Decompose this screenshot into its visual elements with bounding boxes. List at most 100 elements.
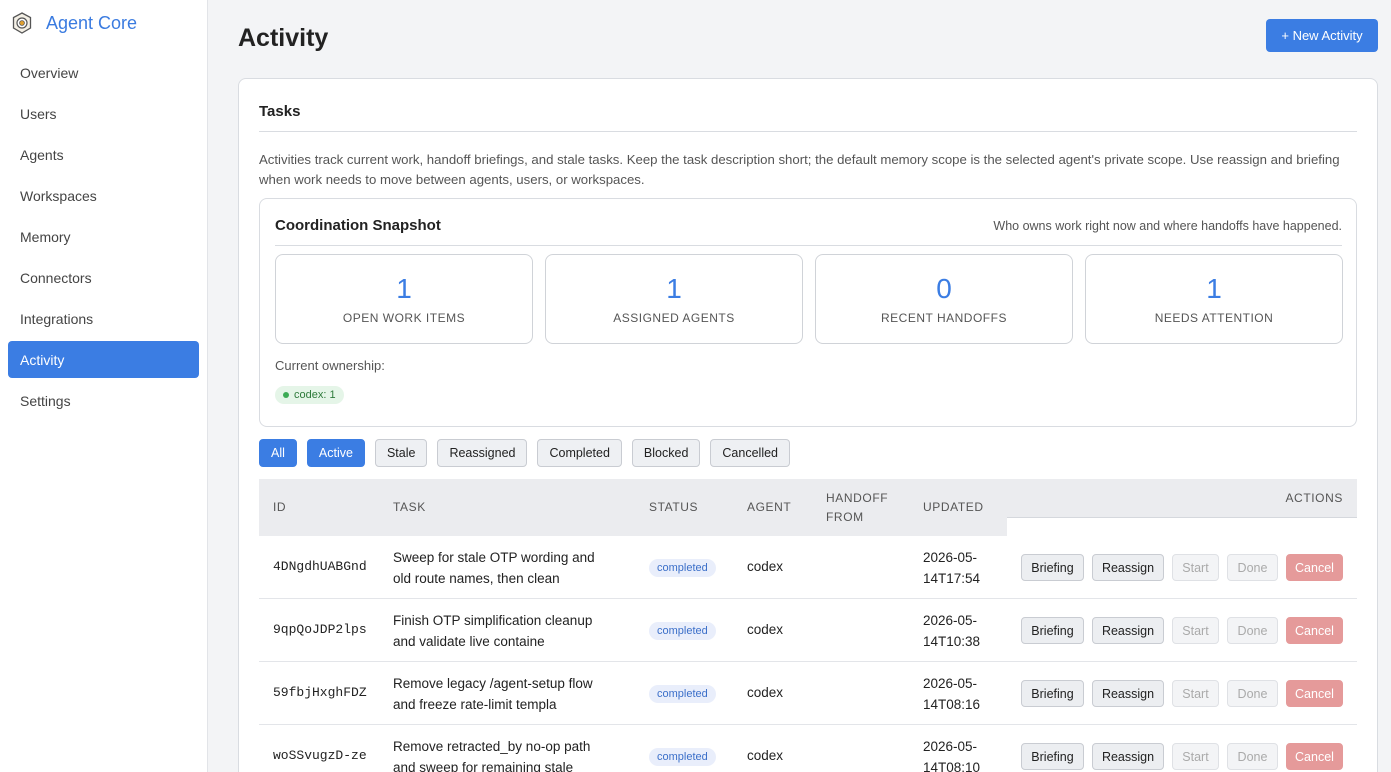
stat-open-work-items: 1 OPEN WORK ITEMS xyxy=(275,254,533,344)
main-content: Activity + New Activity Tasks Activities… xyxy=(208,0,1391,772)
table-body: 4DNgdhUABGnd Sweep for stale OTP wording… xyxy=(259,536,1357,772)
reassign-button[interactable]: Reassign xyxy=(1092,617,1164,644)
agent-name: codex xyxy=(747,622,784,637)
brand[interactable]: Agent Core xyxy=(0,0,207,46)
stat-label: RECENT HANDOFFS xyxy=(881,311,1007,325)
sidebar-item-workspaces[interactable]: Workspaces xyxy=(8,177,199,214)
page-title: Activity xyxy=(238,24,329,52)
ownership-label: Current ownership: xyxy=(275,358,385,373)
briefing-button[interactable]: Briefing xyxy=(1021,617,1084,644)
sidebar-item-overview[interactable]: Overview xyxy=(8,54,199,91)
sidebar-item-agents[interactable]: Agents xyxy=(8,136,199,173)
stat-recent-handoffs: 0 RECENT HANDOFFS xyxy=(815,254,1073,344)
updated-timestamp: 2026-05- 14T08:16 xyxy=(923,676,981,712)
sidebar-item-activity[interactable]: Activity xyxy=(8,341,199,378)
done-button[interactable]: Done xyxy=(1227,554,1278,581)
activity-table: ID TASK STATUS AGENT HANDOFF FROM UPDATE… xyxy=(259,479,1357,772)
agent-name: codex xyxy=(747,748,784,763)
column-header-task: TASK xyxy=(393,500,426,514)
done-button[interactable]: Done xyxy=(1227,617,1278,644)
tasks-description: Activities track current work, handoff b… xyxy=(259,152,1340,187)
ownership-chip: codex: 1 xyxy=(275,386,344,404)
snapshot-subtitle: Who owns work right now and where handof… xyxy=(993,219,1342,233)
updated-timestamp: 2026-05- 14T10:38 xyxy=(923,613,981,649)
filter-all[interactable]: All xyxy=(259,439,297,467)
table-header: ID TASK STATUS AGENT HANDOFF FROM UPDATE… xyxy=(259,479,1357,536)
done-button[interactable]: Done xyxy=(1227,680,1278,707)
column-header-updated: UPDATED xyxy=(923,500,984,514)
divider xyxy=(259,131,1357,132)
tasks-card: Tasks Activities track current work, han… xyxy=(238,78,1378,772)
task-description: Sweep for stale OTP wording and old rout… xyxy=(393,550,595,586)
reassign-button[interactable]: Reassign xyxy=(1092,743,1164,770)
reassign-button[interactable]: Reassign xyxy=(1092,554,1164,581)
agent-core-logo-icon xyxy=(12,12,32,34)
new-activity-button[interactable]: + New Activity xyxy=(1266,19,1378,52)
sidebar: Agent Core Overview Users Agents Workspa… xyxy=(0,0,208,772)
filter-cancelled[interactable]: Cancelled xyxy=(710,439,790,467)
task-id: 4DNgdhUABGnd xyxy=(273,559,367,574)
sidebar-item-users[interactable]: Users xyxy=(8,95,199,132)
task-description: Remove retracted_by no-op path and sweep… xyxy=(393,739,591,772)
start-button[interactable]: Start xyxy=(1172,617,1219,644)
app-title: Agent Core xyxy=(46,12,138,33)
agent-name: codex xyxy=(747,559,784,574)
briefing-button[interactable]: Briefing xyxy=(1021,680,1084,707)
start-button[interactable]: Start xyxy=(1172,680,1219,707)
task-id: 9qpQoJDP2lps xyxy=(273,622,367,637)
start-button[interactable]: Start xyxy=(1172,743,1219,770)
stat-value: 1 xyxy=(396,273,412,304)
reassign-button[interactable]: Reassign xyxy=(1092,680,1164,707)
table-row: 4DNgdhUABGnd Sweep for stale OTP wording… xyxy=(259,536,1357,599)
status-badge: completed xyxy=(649,622,716,640)
sidebar-nav: Overview Users Agents Workspaces Memory … xyxy=(0,54,207,419)
status-dot-icon xyxy=(283,392,289,398)
ownership-chip-label: codex: 1 xyxy=(294,389,336,401)
stat-label: NEEDS ATTENTION xyxy=(1154,311,1274,325)
task-id: 59fbjHxghFDZ xyxy=(273,685,367,700)
task-description: Remove legacy /agent-setup flow and free… xyxy=(393,676,593,712)
column-header-agent: AGENT xyxy=(747,500,792,514)
column-header-status: STATUS xyxy=(649,500,699,514)
task-description: Finish OTP simplification cleanup and va… xyxy=(393,613,593,649)
stat-value: 1 xyxy=(666,273,682,304)
tasks-heading: Tasks xyxy=(259,103,301,120)
status-badge: completed xyxy=(649,685,716,703)
snapshot-title: Coordination Snapshot xyxy=(275,217,441,234)
status-badge: completed xyxy=(649,559,716,577)
stat-value: 0 xyxy=(936,273,952,304)
task-id: woSSvugzD-ze xyxy=(273,748,367,763)
filter-reassigned[interactable]: Reassigned xyxy=(437,439,528,467)
status-badge: completed xyxy=(649,748,716,766)
stat-label: OPEN WORK ITEMS xyxy=(342,311,466,325)
sidebar-item-memory[interactable]: Memory xyxy=(8,218,199,255)
cancel-button[interactable]: Cancel xyxy=(1286,680,1343,707)
coordination-snapshot: Coordination Snapshot Who owns work righ… xyxy=(259,198,1357,427)
stat-label: ASSIGNED AGENTS xyxy=(613,311,735,325)
table-row: 9qpQoJDP2lps Finish OTP simplification c… xyxy=(259,599,1357,662)
briefing-button[interactable]: Briefing xyxy=(1021,554,1084,581)
sidebar-item-connectors[interactable]: Connectors xyxy=(8,259,199,296)
filter-stale[interactable]: Stale xyxy=(374,439,428,467)
done-button[interactable]: Done xyxy=(1227,743,1278,770)
stat-value: 1 xyxy=(1206,273,1222,304)
table-row: woSSvugzD-ze Remove retracted_by no-op p… xyxy=(259,725,1357,772)
filter-completed[interactable]: Completed xyxy=(537,439,622,467)
cancel-button[interactable]: Cancel xyxy=(1286,617,1343,644)
column-header-handoff-from: HANDOFF FROM xyxy=(826,491,889,524)
agent-name: codex xyxy=(747,685,784,700)
updated-timestamp: 2026-05- 14T08:10 xyxy=(923,739,981,772)
table-row: 59fbjHxghFDZ Remove legacy /agent-setup … xyxy=(259,662,1357,725)
divider xyxy=(275,245,1342,246)
sidebar-item-settings[interactable]: Settings xyxy=(8,382,199,419)
cancel-button[interactable]: Cancel xyxy=(1286,554,1343,581)
start-button[interactable]: Start xyxy=(1172,554,1219,581)
filter-active[interactable]: Active xyxy=(306,439,365,467)
filter-blocked[interactable]: Blocked xyxy=(631,439,701,467)
stat-assigned-agents: 1 ASSIGNED AGENTS xyxy=(545,254,803,344)
sidebar-item-integrations[interactable]: Integrations xyxy=(8,300,199,337)
status-filters: All Active Stale Reassigned Completed Bl… xyxy=(259,439,800,467)
briefing-button[interactable]: Briefing xyxy=(1021,743,1084,770)
cancel-button[interactable]: Cancel xyxy=(1286,743,1343,770)
stat-needs-attention: 1 NEEDS ATTENTION xyxy=(1085,254,1343,344)
